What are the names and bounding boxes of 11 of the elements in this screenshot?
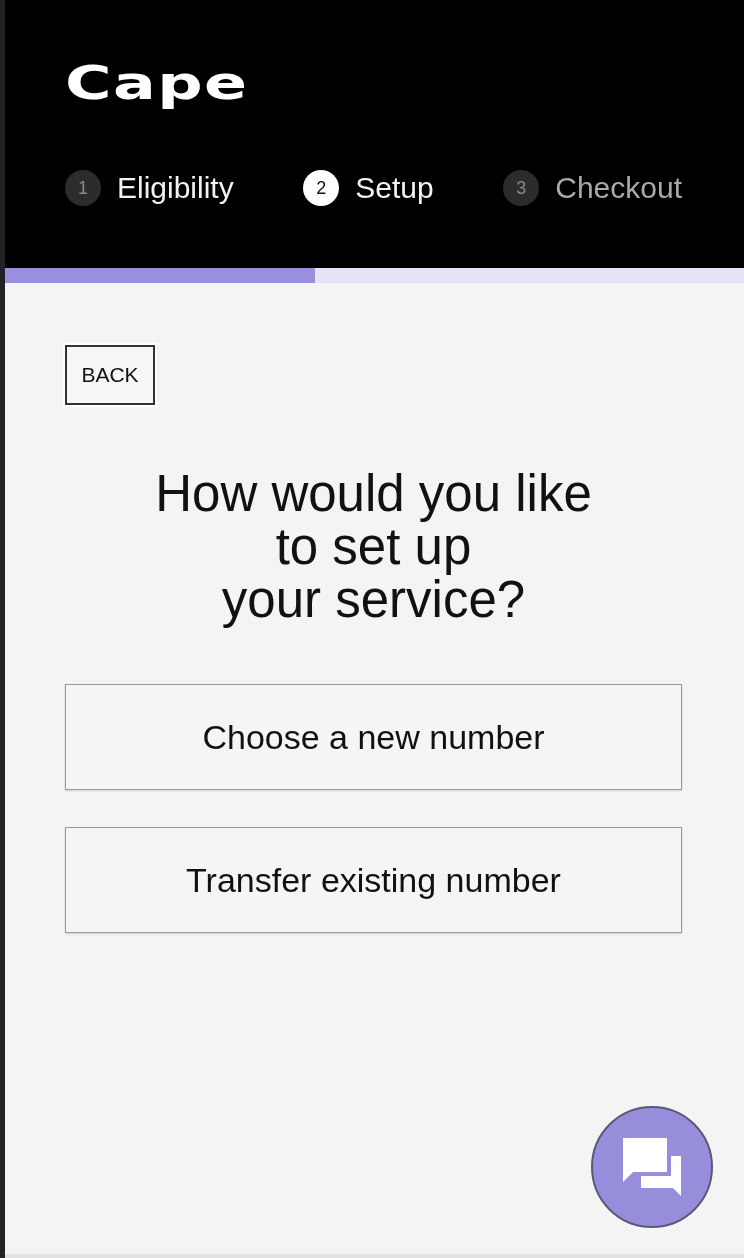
step-number: 2 [303, 170, 340, 206]
step-number: 1 [65, 170, 101, 206]
back-button[interactable]: BACK [65, 345, 155, 405]
step-label: Eligibility [117, 170, 234, 206]
step-label: Setup [355, 170, 434, 206]
step-number: 3 [503, 170, 540, 206]
question-heading: How would you like to set up your service? [154, 467, 593, 626]
option-button[interactable]: Choose a new number [65, 684, 682, 790]
chat-bubbles-icon [623, 1138, 681, 1196]
option-button[interactable]: Transfer existing number [65, 827, 682, 933]
step-label: Checkout [555, 170, 682, 206]
